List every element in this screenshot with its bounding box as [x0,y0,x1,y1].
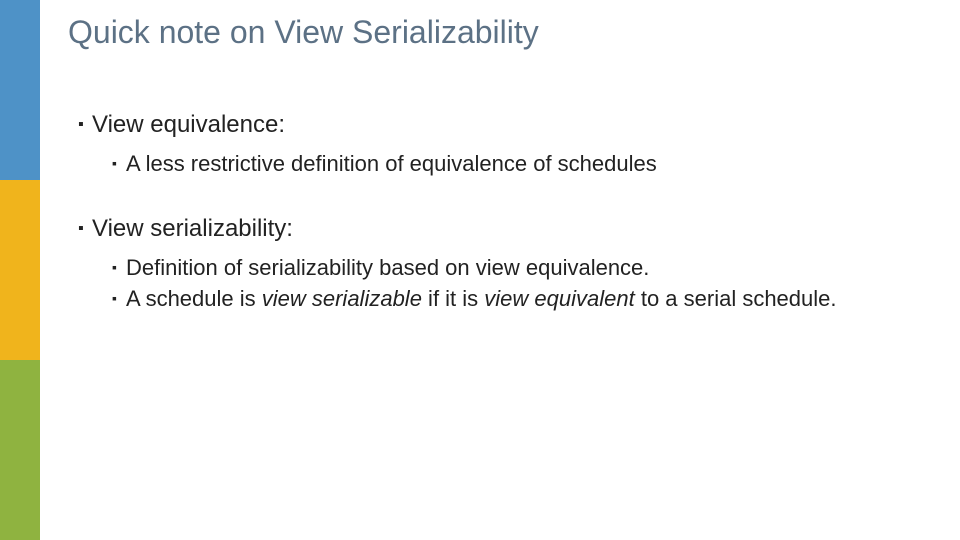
accent-stripe-yellow [0,180,40,360]
text-run: if it is [422,286,484,311]
bullet-text: A schedule is view serializable if it is… [126,286,837,311]
bullet-level1: ▪View serializability: [78,214,920,244]
accent-stripe-green [0,360,40,540]
bullet-level2-group: ▪Definition of serializability based on … [112,254,920,313]
slide-title: Quick note on View Serializability [68,14,539,51]
square-bullet-icon: ▪ [112,285,126,313]
bullet-heading: View serializability: [92,215,293,242]
bullet-text: Definition of serializability based on v… [126,255,649,280]
accent-stripe-blue [0,0,40,180]
bullet-heading: View equivalence: [92,111,285,138]
slide-body: ▪View equivalence: ▪A less restrictive d… [78,110,920,317]
italic-term: view serializable [262,286,422,311]
bullet-level1: ▪View equivalence: [78,110,920,140]
slide: Quick note on View Serializability ▪View… [0,0,960,540]
italic-term: view equivalent [484,286,634,311]
bullet-level2: ▪A less restrictive definition of equiva… [112,150,920,178]
square-bullet-icon: ▪ [112,254,126,282]
text-run: A schedule is [126,286,262,311]
text-run: to a serial schedule. [635,286,837,311]
bullet-level2: ▪A schedule is view serializable if it i… [112,285,920,313]
bullet-level2: ▪Definition of serializability based on … [112,254,920,282]
square-bullet-icon: ▪ [112,150,126,178]
square-bullet-icon: ▪ [78,110,92,140]
bullet-level2-group: ▪A less restrictive definition of equiva… [112,150,920,178]
bullet-text: A less restrictive definition of equival… [126,151,657,176]
square-bullet-icon: ▪ [78,214,92,244]
